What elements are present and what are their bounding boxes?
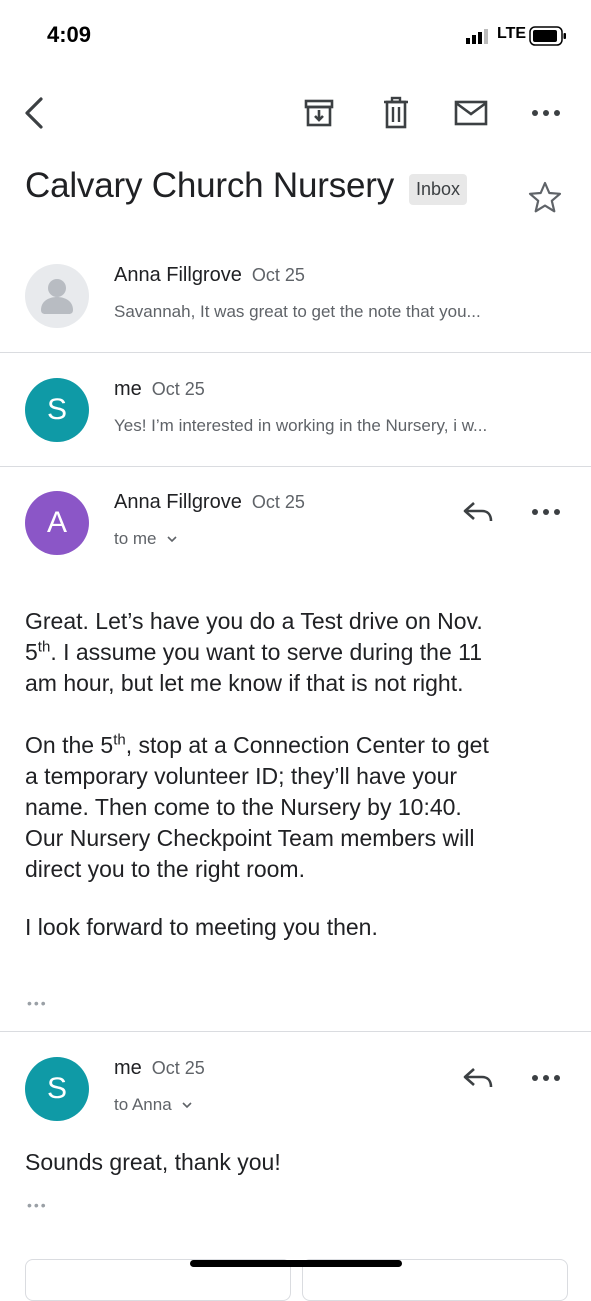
avatar: S <box>25 1057 89 1121</box>
message-date: Oct 25 <box>151 1058 205 1078</box>
message-snippet: Savannah, It was great to get the note t… <box>114 302 481 321</box>
message-header: Anna Fillgrove Oct 25 <box>114 491 305 514</box>
chevron-down-icon <box>182 1102 192 1109</box>
message-date: Oct 25 <box>251 265 305 285</box>
body-line: a temporary volunteer ID; they’ll have y… <box>25 763 458 789</box>
network-type: LTE <box>497 25 527 42</box>
body-line: Great. Let’s have you do a Test drive on… <box>25 608 483 634</box>
home-indicator[interactable] <box>190 1260 402 1267</box>
signal-icon <box>466 29 488 44</box>
person-icon <box>41 279 73 314</box>
avatar-letter: A <box>46 506 67 539</box>
sender-name: Anna Fillgrove <box>114 491 242 513</box>
body-line: am hour, but let me know if that is not … <box>25 670 464 696</box>
recipient-details-toggle[interactable]: to Anna <box>114 1095 194 1115</box>
avatar-letter: S <box>46 393 67 426</box>
more-icon[interactable] <box>526 93 566 133</box>
recipient-details-toggle[interactable]: to me <box>114 529 179 549</box>
recipient-text: to Anna <box>114 1095 172 1114</box>
message-collapsed-2[interactable]: S me Oct 25 Yes! I’m interested in workin… <box>0 364 591 464</box>
body-line: name. Then come to the Nursery by 10:40. <box>25 794 462 820</box>
message-date: Oct 25 <box>251 492 305 512</box>
avatar: S <box>25 378 89 442</box>
message-snippet: Yes! I’m interested in working in the Nu… <box>114 416 488 435</box>
subject-title: Calvary Church Nursery <box>25 166 395 205</box>
message-header: Anna Fillgrove Oct 25 <box>114 264 305 287</box>
reply-icon[interactable] <box>458 492 498 532</box>
body-line: On the 5th, stop at a Connection Center … <box>25 731 489 758</box>
body-line: Our Nursery Checkpoint Team members will <box>25 825 475 851</box>
divider <box>0 1031 591 1032</box>
body-line: direct you to the right room. <box>25 856 305 882</box>
divider <box>0 466 591 467</box>
divider <box>0 352 591 353</box>
avatar-letter: S <box>46 1072 67 1105</box>
message-date: Oct 25 <box>151 379 205 399</box>
show-trimmed-content-button[interactable]: ••• <box>27 995 48 1011</box>
sender-name: me <box>114 378 142 400</box>
sender-name: Anna Fillgrove <box>114 264 242 286</box>
more-icon[interactable] <box>526 492 566 532</box>
message-header: me Oct 25 <box>114 1057 205 1080</box>
back-arrow-icon[interactable] <box>14 93 54 133</box>
battery-icon <box>529 26 566 46</box>
mail-icon[interactable] <box>451 93 491 133</box>
message-body: Great. Let’s have you do a Test drive on… <box>25 606 575 943</box>
recipient-text: to me <box>114 529 157 548</box>
message-header: me Oct 25 <box>114 378 205 401</box>
message-body: Sounds great, thank you! <box>25 1149 281 1175</box>
body-line: 5th. I assume you want to serve during t… <box>25 638 483 665</box>
more-icon[interactable] <box>526 1058 566 1098</box>
inbox-label-chip[interactable]: Inbox <box>409 174 468 205</box>
chevron-down-icon <box>167 536 177 543</box>
message-collapsed-1[interactable]: Anna Fillgrove Oct 25 Savannah, It was gr… <box>0 250 591 350</box>
status-time: 4:09 <box>47 22 92 47</box>
archive-icon[interactable] <box>299 93 339 133</box>
sender-name: me <box>114 1057 142 1079</box>
star-icon[interactable] <box>527 180 567 220</box>
body-line: I look forward to meeting you then. <box>25 914 378 940</box>
reply-icon[interactable] <box>458 1058 498 1098</box>
show-trimmed-content-button[interactable]: ••• <box>27 1197 48 1213</box>
avatar: A <box>25 491 89 555</box>
avatar <box>25 264 89 328</box>
trash-icon[interactable] <box>376 93 416 133</box>
